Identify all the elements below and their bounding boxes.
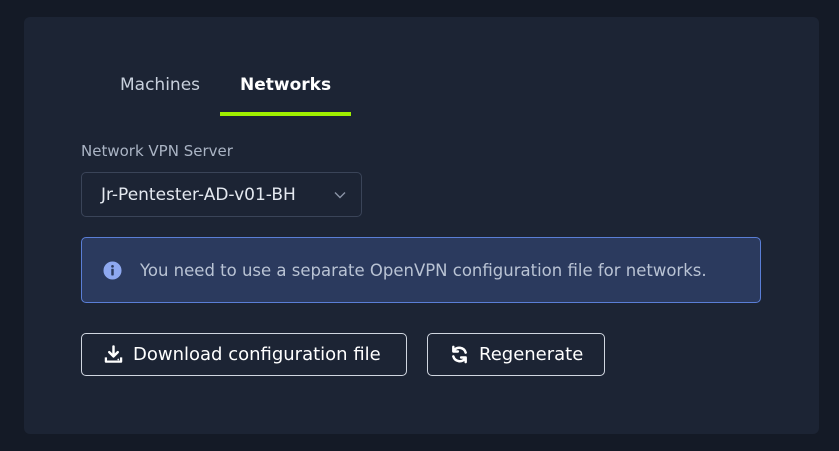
- vpn-server-label: Network VPN Server: [81, 142, 233, 160]
- alert-message: You need to use a separate OpenVPN confi…: [140, 260, 707, 280]
- info-alert: You need to use a separate OpenVPN confi…: [81, 237, 761, 303]
- tab-networks-label: Networks: [240, 75, 332, 95]
- chevron-down-icon: [333, 188, 347, 202]
- tab-machines-label: Machines: [120, 75, 201, 95]
- vpn-settings-panel: Machines Networks Network VPN Server Jr-…: [24, 17, 819, 434]
- vpn-server-selected-value: Jr-Pentester-AD-v01-BH: [101, 184, 296, 205]
- info-circle-icon: [102, 260, 122, 280]
- refresh-icon: [449, 345, 469, 365]
- download-config-label: Download configuration file: [133, 344, 381, 365]
- tab-networks[interactable]: Networks: [220, 73, 352, 116]
- tab-bar: Machines Networks: [100, 73, 352, 116]
- tab-machines[interactable]: Machines: [100, 73, 220, 116]
- regenerate-button[interactable]: Regenerate: [427, 333, 605, 376]
- vpn-server-select[interactable]: Jr-Pentester-AD-v01-BH: [81, 172, 362, 217]
- regenerate-label: Regenerate: [479, 344, 584, 365]
- download-icon: [103, 345, 123, 365]
- download-config-button[interactable]: Download configuration file: [81, 333, 407, 376]
